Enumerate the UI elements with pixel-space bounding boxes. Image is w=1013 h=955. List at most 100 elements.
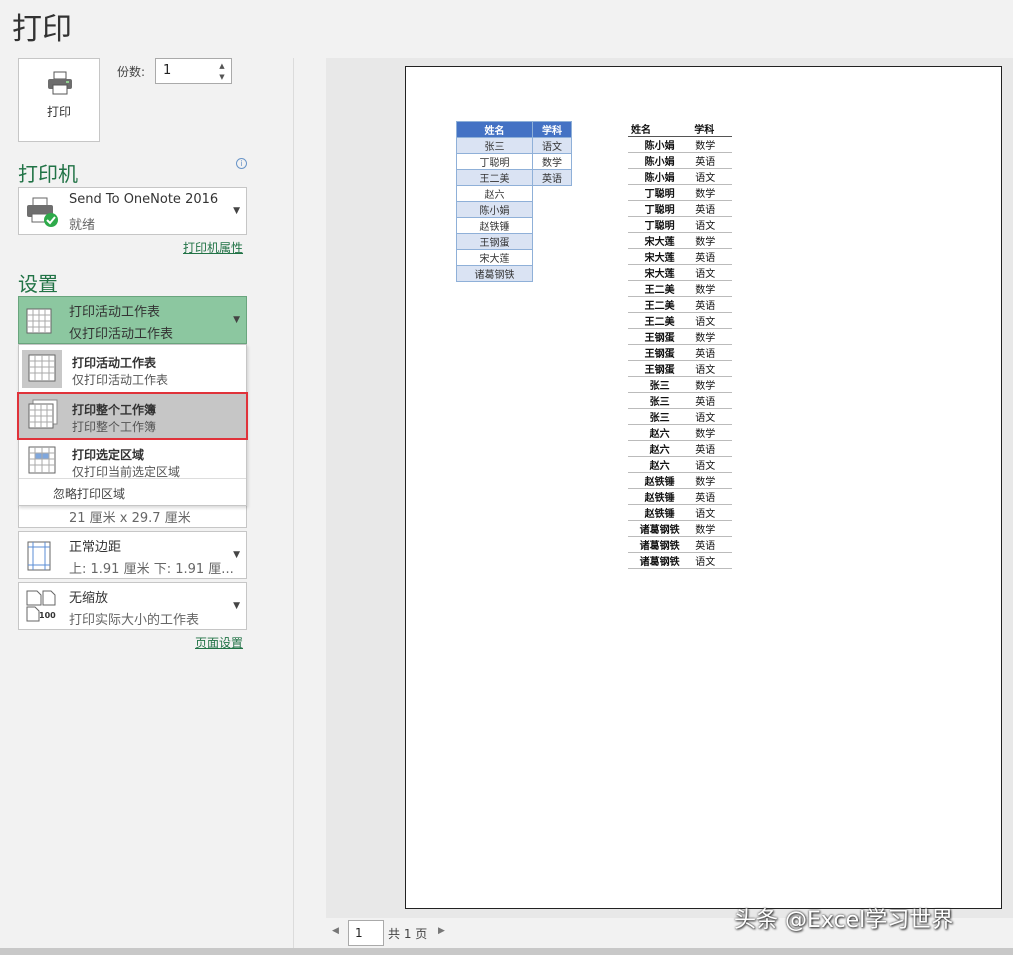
table-cell: 宋大莲 [628,264,692,282]
table-row: 诸葛钢铁 语文 [628,552,732,570]
table-cell: 陈小娟 [455,201,534,218]
table-cell: 语文 [691,168,732,186]
page-setup-link[interactable]: 页面设置 [195,634,243,651]
preview-table-2: 姓名 学科 陈小娟 数学 陈小娟 英语 陈小娟 语文 丁聪明 数学 丁聪明 英语 丁聪明 语文 宋大莲数… [628,121,732,570]
table-cell: 数学 [691,184,732,202]
preview-page: 姓名 学科 张三 语文 丁聪明 数学 王二美 英语 赵六 陈小娟 赵铁锤 王钢蛋 宋大… [405,66,1002,909]
table-cell: 语文 [691,504,732,522]
table-cell: 数学 [691,328,732,346]
table-row: 赵六 英语 [628,440,732,458]
table-cell: 语文 [691,360,732,378]
menu-item-selection[interactable]: 打印选定区域 仅打印当前选定区域 [19,439,246,483]
table-cell: 张三 [628,392,692,410]
table-row: 诸葛钢铁 英语 [628,536,732,554]
table-cell: 王二美 [628,296,692,314]
menu-item-entire-workbook[interactable]: 打印整个工作簿 打印整个工作簿 [17,392,248,440]
print-scope-subtitle: 仅打印活动工作表 [69,327,174,342]
margins-dropdown[interactable]: 正常边距 上: 1.91 厘米 下: 1.91 厘... ▼ [18,531,247,579]
table-row: 丁聪明 语文 [628,216,732,234]
table-row: 赵六 语文 [628,456,732,474]
table-cell: 陈小娟 [628,136,692,154]
table-cell: 赵铁锤 [628,488,692,506]
table-cell: 英语 [691,344,732,362]
selection-icon [28,446,56,474]
pane-divider [293,58,294,948]
info-icon[interactable]: i [236,158,247,169]
table-row: 赵铁锤 语文 [628,504,732,522]
table-cell: 诸葛钢铁 [628,552,692,570]
table-row: 张三 语文 [628,408,732,426]
printer-dropdown[interactable]: Send To OneNote 2016 就绪 ▼ [18,187,247,235]
table-cell: 英语 [691,536,732,554]
table-cell: 王二美 [628,312,692,330]
menu-item-subtitle: 仅打印活动工作表 [72,373,169,387]
table-cell: 英语 [691,200,732,218]
margins-title: 正常边距 [69,540,122,555]
menu-item-title: 打印选定区域 [72,448,145,462]
print-button[interactable]: 打印 [18,58,100,142]
table-cell: 赵铁锤 [628,504,692,522]
table-cell: 英语 [691,152,732,170]
table-cell: 张三 [455,137,534,154]
spin-down-icon[interactable]: ▼ [217,72,227,82]
table-cell: 赵六 [628,440,692,458]
table-row: 张三 英语 [628,392,732,410]
page-number-input[interactable]: 1 [348,920,384,946]
chevron-down-icon: ▼ [233,206,240,216]
page-total: 共 1 页 [388,927,428,941]
table-cell: 宋大莲 [628,248,692,266]
table-header: 学科 [532,121,572,138]
printer-properties-link[interactable]: 打印机属性 [183,239,243,256]
watermark: 头条 @Excel学习世界 [734,908,954,933]
table-row: 陈小娟 英语 [628,152,732,170]
table-cell: 英语 [691,392,732,410]
table-cell: 语文 [691,312,732,330]
table-row: 诸葛钢铁 数学 [628,520,732,538]
prev-page-icon[interactable]: ◀ [332,926,339,936]
preview-table-1: 姓名 学科 张三 语文 丁聪明 数学 王二美 英语 赵六 陈小娟 赵铁锤 王钢蛋 宋大… [455,121,572,282]
print-scope-dropdown[interactable]: 打印活动工作表 仅打印活动工作表 ▼ [18,296,247,344]
table-cell: 英语 [691,440,732,458]
table-cell: 丁聪明 [455,153,534,170]
table-cell: 陈小娟 [628,152,692,170]
table-cell: 丁聪明 [628,184,692,202]
paper-size-text: 21 厘米 x 29.7 厘米 [69,511,191,526]
table-row: 王二美 英语 [628,296,732,314]
printer-icon [48,71,72,95]
table-row: 丁聪明 数学 [628,184,732,202]
ignore-print-area-option[interactable]: 忽略打印区域 [53,485,125,502]
table-cell: 陈小娟 [628,168,692,186]
page-title: 打印 [12,12,72,47]
table-cell: 诸葛钢铁 [455,265,534,282]
table-cell: 诸葛钢铁 [628,520,692,538]
print-scope-title: 打印活动工作表 [69,305,161,320]
table-cell: 王钢蛋 [628,328,692,346]
menu-item-active-sheet[interactable]: 打印活动工作表 仅打印活动工作表 [19,347,246,391]
table-cell: 王二美 [455,169,534,186]
copies-value: 1 [163,63,172,78]
scaling-dropdown[interactable]: 100 无缩放 打印实际大小的工作表 ▼ [18,582,247,630]
next-page-icon[interactable]: ▶ [438,926,445,936]
scaling-subtitle: 打印实际大小的工作表 [69,613,200,628]
chevron-down-icon: ▼ [233,550,240,560]
table-cell: 数学 [691,232,732,250]
table-row: 宋大莲 语文 [628,264,732,282]
spin-up-icon[interactable]: ▲ [217,61,227,71]
table-cell: 英语 [691,488,732,506]
table-cell: 丁聪明 [628,200,692,218]
table-cell: 王钢蛋 [628,360,692,378]
table-cell: 语文 [691,408,732,426]
table-row: 王钢蛋 数学 [628,328,732,346]
table-cell: 数学 [691,376,732,394]
table-header: 学科 [691,121,732,138]
menu-separator [19,478,246,479]
table-row: 宋大莲 英语 [628,248,732,266]
print-scope-menu: 打印活动工作表 仅打印活动工作表 打印整个工作簿 打印整个工作簿 打印选定区域 … [17,344,248,506]
table-row: 王钢蛋 语文 [628,360,732,378]
copies-input[interactable]: 1 ▲ ▼ [155,58,232,84]
printer-section-title: 打印机 [18,162,78,186]
table-header: 姓名 [628,121,692,138]
table-cell: 数学 [691,280,732,298]
settings-section-title: 设置 [18,272,58,296]
table-cell: 语文 [691,216,732,234]
